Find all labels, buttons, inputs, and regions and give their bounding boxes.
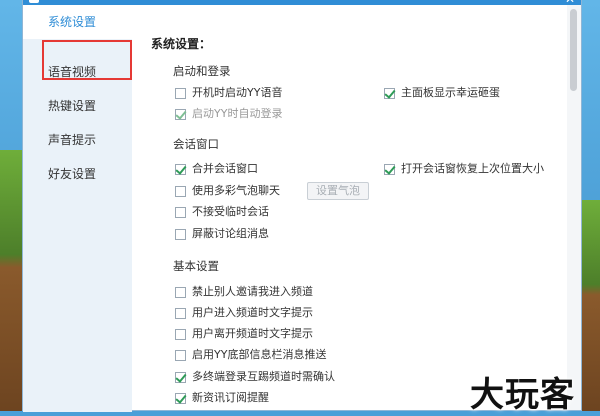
option-label: 打开会话窗恢复上次位置大小 bbox=[401, 162, 544, 175]
option-no-invites[interactable]: 禁止别人邀请我进入频道 bbox=[175, 284, 313, 300]
option-join-notice[interactable]: 用户进入频道时文字提示 bbox=[175, 305, 313, 321]
option-label: 用户进入频道时文字提示 bbox=[192, 306, 313, 319]
checkbox[interactable] bbox=[384, 163, 395, 175]
checkbox[interactable] bbox=[175, 392, 186, 404]
option-block-groups[interactable]: 屏蔽讨论组消息 bbox=[175, 226, 269, 242]
option-label: 屏蔽讨论组消息 bbox=[192, 227, 269, 240]
checkbox[interactable] bbox=[384, 87, 395, 99]
option-restore-position[interactable]: 打开会话窗恢复上次位置大小 bbox=[384, 161, 544, 177]
option-label: 启动YY时自动登录 bbox=[192, 107, 283, 120]
set-bubble-button[interactable]: 设置气泡 bbox=[307, 182, 369, 200]
section-title-startup: 启动和登录 bbox=[173, 64, 231, 78]
watermark-logo: 大玩客 bbox=[470, 375, 575, 415]
highlight-annotation bbox=[42, 40, 132, 80]
option-color-bubbles[interactable]: 使用多彩气泡聊天 bbox=[175, 183, 280, 199]
checkbox[interactable] bbox=[175, 185, 186, 197]
section-title-basic: 基本设置 bbox=[173, 259, 219, 273]
checkbox[interactable] bbox=[175, 307, 186, 319]
option-leave-notice[interactable]: 用户离开频道时文字提示 bbox=[175, 326, 313, 342]
option-label: 用户离开频道时文字提示 bbox=[192, 327, 313, 340]
scrollbar[interactable] bbox=[567, 5, 581, 410]
sidebar-item-friends[interactable]: 好友设置 bbox=[23, 157, 132, 191]
option-multi-login-confirm[interactable]: 多终端登录互踢频道时需确认 bbox=[175, 369, 335, 385]
sidebar-item-sound[interactable]: 声音提示 bbox=[23, 123, 132, 157]
section-title-chat: 会话窗口 bbox=[173, 137, 219, 151]
checkbox[interactable] bbox=[175, 349, 186, 361]
sidebar-item-hotkeys[interactable]: 热键设置 bbox=[23, 89, 132, 123]
settings-window: ✕ 系统设置 语音视频 热键设置 声音提示 好友设置 系统设置： 启动和登录 开… bbox=[22, 0, 582, 412]
option-news-reminder[interactable]: 新资讯订阅提醒 bbox=[175, 390, 269, 406]
option-no-temp-chat[interactable]: 不接受临时会话 bbox=[175, 204, 269, 220]
checkbox[interactable] bbox=[175, 87, 186, 99]
checkbox[interactable] bbox=[175, 228, 186, 240]
option-label: 使用多彩气泡聊天 bbox=[192, 184, 280, 197]
option-label: 禁止别人邀请我进入频道 bbox=[192, 285, 313, 298]
background-terrain-right bbox=[582, 200, 600, 411]
option-label: 主面板显示幸运砸蛋 bbox=[401, 86, 500, 99]
option-label: 多终端登录互踢频道时需确认 bbox=[192, 370, 335, 383]
scrollbar-thumb[interactable] bbox=[570, 9, 577, 91]
app-icon bbox=[29, 0, 39, 3]
sidebar-item-system[interactable]: 系统设置 bbox=[23, 5, 132, 39]
checkbox[interactable] bbox=[175, 206, 186, 218]
option-autologin[interactable]: 启动YY时自动登录 bbox=[175, 106, 282, 122]
settings-content: 系统设置： 启动和登录 开机时启动YY语音 主面板显示幸运砸蛋 启动YY时自动登… bbox=[133, 5, 563, 412]
option-lucky-egg[interactable]: 主面板显示幸运砸蛋 bbox=[384, 85, 500, 101]
checkbox[interactable] bbox=[175, 328, 186, 340]
option-autostart[interactable]: 开机时启动YY语音 bbox=[175, 85, 282, 101]
option-bottom-push[interactable]: 启用YY底部信息栏消息推送 bbox=[175, 347, 326, 363]
page-title: 系统设置： bbox=[151, 37, 212, 51]
option-label: 合并会话窗口 bbox=[192, 162, 258, 175]
option-label: 启用YY底部信息栏消息推送 bbox=[192, 348, 327, 361]
option-label: 开机时启动YY语音 bbox=[192, 86, 283, 99]
option-label: 新资讯订阅提醒 bbox=[192, 391, 269, 404]
checkbox[interactable] bbox=[175, 371, 186, 383]
checkbox[interactable] bbox=[175, 286, 186, 298]
checkbox[interactable] bbox=[175, 163, 186, 175]
option-label: 不接受临时会话 bbox=[192, 205, 269, 218]
checkbox[interactable] bbox=[175, 108, 186, 120]
option-merge-windows[interactable]: 合并会话窗口 bbox=[175, 161, 258, 177]
